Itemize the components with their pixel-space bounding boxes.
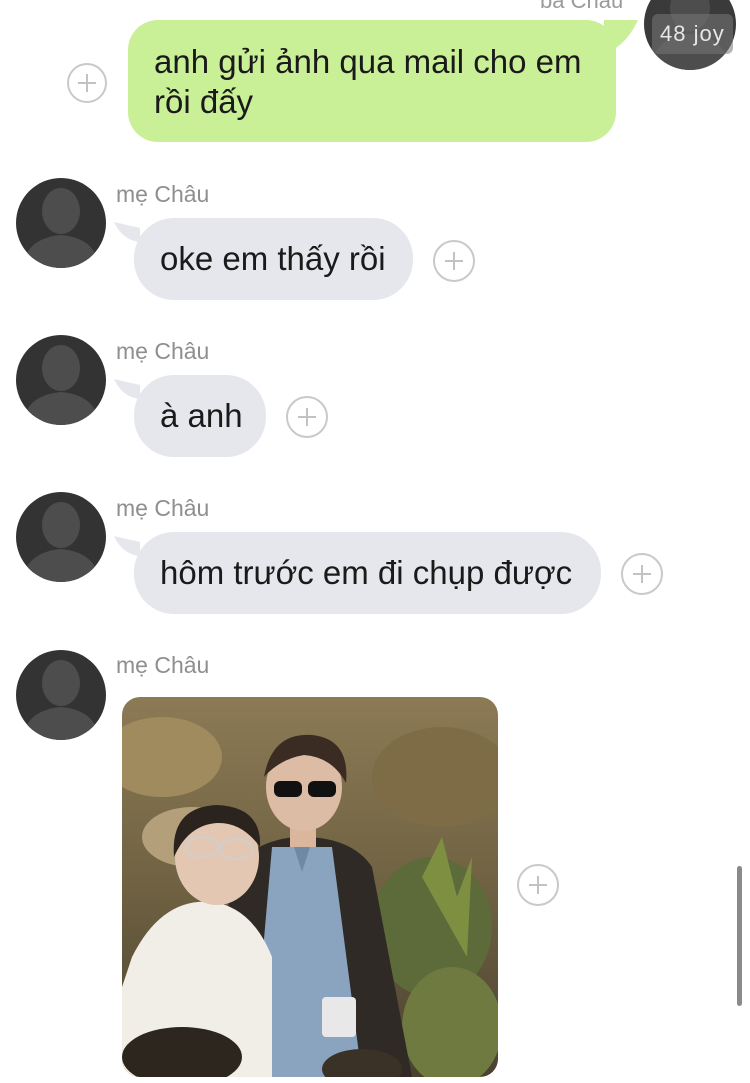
- message-text: à anh: [160, 397, 243, 434]
- message-text-line: rồi đấy: [154, 83, 254, 120]
- avatar[interactable]: [16, 650, 106, 740]
- shared-photo[interactable]: [122, 697, 498, 1077]
- avatar[interactable]: [16, 492, 106, 582]
- avatar[interactable]: [16, 178, 106, 268]
- incoming-message-bubble[interactable]: à anh: [134, 375, 266, 457]
- add-reaction-button[interactable]: [67, 63, 107, 103]
- scrollbar[interactable]: [737, 866, 742, 1006]
- incoming-message-bubble[interactable]: hôm trước em đi chụp được: [134, 532, 601, 614]
- sender-name: mẹ Châu: [116, 495, 210, 521]
- add-reaction-button[interactable]: [517, 864, 559, 906]
- incoming-message-bubble[interactable]: oke em thấy rồi: [134, 218, 413, 300]
- outgoing-message-bubble[interactable]: anh gửi ảnh qua mail cho em rồi đấy: [128, 20, 616, 142]
- avatar[interactable]: [16, 335, 106, 425]
- message-text: oke em thấy rồi: [160, 240, 386, 277]
- add-reaction-button[interactable]: [433, 240, 475, 282]
- default-person-icon: [22, 660, 100, 740]
- add-reaction-button[interactable]: [286, 396, 328, 438]
- default-person-icon: [22, 345, 100, 425]
- plus-circle-icon: [298, 408, 316, 426]
- plus-circle-icon: [78, 74, 96, 92]
- photo-content: [122, 697, 498, 1077]
- sender-name: mẹ Châu: [116, 652, 210, 678]
- message-text: hôm trước em đi chụp được: [160, 554, 573, 591]
- message-text-line: anh gửi ảnh qua mail cho em: [154, 43, 582, 80]
- add-reaction-button[interactable]: [621, 553, 663, 595]
- default-person-icon: [22, 502, 100, 582]
- sender-name: mẹ Châu: [116, 181, 210, 207]
- plus-circle-icon: [529, 876, 547, 894]
- plus-circle-icon: [633, 565, 651, 583]
- sender-name-partial: bà Châu: [540, 0, 624, 13]
- default-person-icon: [22, 188, 100, 268]
- plus-circle-icon: [445, 252, 463, 270]
- watermark: 48 joy: [652, 14, 733, 54]
- sender-name: mẹ Châu: [116, 338, 210, 364]
